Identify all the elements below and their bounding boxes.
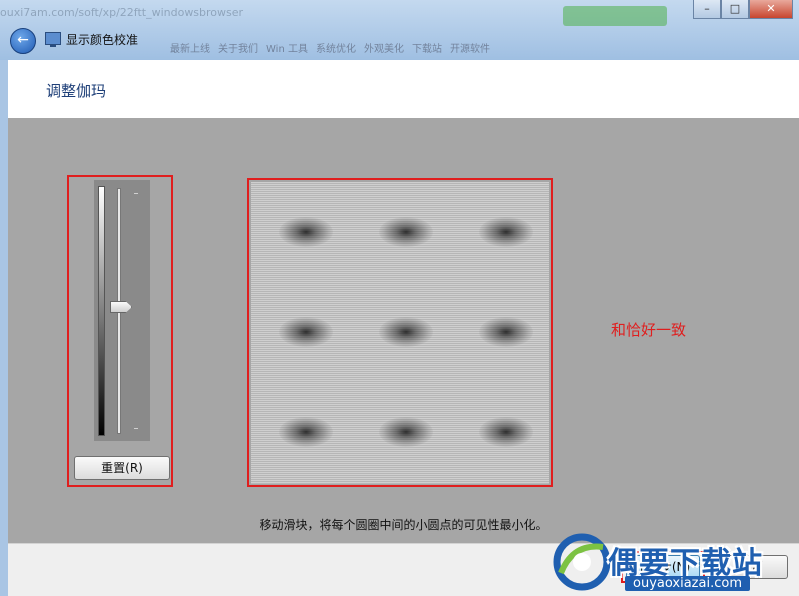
reset-button[interactable]: 重置(R) xyxy=(74,456,170,480)
gamma-test-pattern xyxy=(251,182,549,484)
favorite-item: 外观美化 xyxy=(363,44,404,55)
background-green-button xyxy=(563,6,667,26)
favorite-item: 开源软件 xyxy=(449,44,490,55)
pattern-dot xyxy=(379,217,433,247)
watermark-url: ouyaoxiazai.com xyxy=(625,576,750,591)
slider-tick-bottom xyxy=(134,428,138,429)
favorite-item: 最新上线 xyxy=(170,44,210,55)
red-annotation: 和恰好一致 xyxy=(611,321,687,339)
favorite-item: Win 工具 xyxy=(266,44,308,55)
maximize-button[interactable]: □ xyxy=(721,0,749,19)
favorite-item: 下载站 xyxy=(411,44,442,55)
window-controls: – □ ✕ xyxy=(693,0,793,19)
pattern-dot xyxy=(379,317,433,347)
pattern-dot xyxy=(279,217,333,247)
window-titlebar: ouxi7am.com/soft/xp/22ftt_windowsbrowser… xyxy=(0,0,799,60)
pattern-dot xyxy=(479,217,533,247)
close-button[interactable]: ✕ xyxy=(749,0,793,19)
minimize-button[interactable]: – xyxy=(693,0,721,19)
pattern-dot xyxy=(479,317,533,347)
gamma-slider-thumb[interactable] xyxy=(110,301,132,313)
background-url: ouxi7am.com/soft/xp/22ftt_windowsbrowser xyxy=(0,6,244,19)
gamma-gradient-bar xyxy=(98,186,105,436)
watermark-logo-icon xyxy=(553,533,611,591)
pattern-dot xyxy=(279,417,333,447)
gamma-slider-panel xyxy=(94,180,150,441)
pattern-dot xyxy=(279,317,333,347)
pattern-dot xyxy=(479,417,533,447)
window-title: 显示颜色校准 xyxy=(66,33,139,47)
page-heading: 调整伽玛 xyxy=(46,82,107,100)
header-band: 调整伽玛 xyxy=(8,60,799,118)
favorite-item: 系统优化 xyxy=(315,44,356,55)
favorite-item: 关于我们 xyxy=(218,44,258,55)
pattern-dot xyxy=(379,417,433,447)
monitor-icon xyxy=(45,32,61,47)
slider-tick-top xyxy=(134,193,138,194)
back-arrow-icon[interactable]: ← xyxy=(10,28,36,54)
background-browser-bar: ouxi7am.com/soft/xp/22ftt_windowsbrowser xyxy=(0,0,799,30)
calibration-content: 调整伽玛 重置(R) 和恰好一致 移动滑块，将每个圆圈中间的小圆点的可见性最小化… xyxy=(8,60,799,543)
background-favorites-bar: 最新上线 关于我们 Win 工具 系统优化 外观美化 下载站 开源软件 xyxy=(170,40,490,55)
instruction-text: 移动滑块，将每个圆圈中间的小圆点的可见性最小化。 xyxy=(259,518,548,532)
